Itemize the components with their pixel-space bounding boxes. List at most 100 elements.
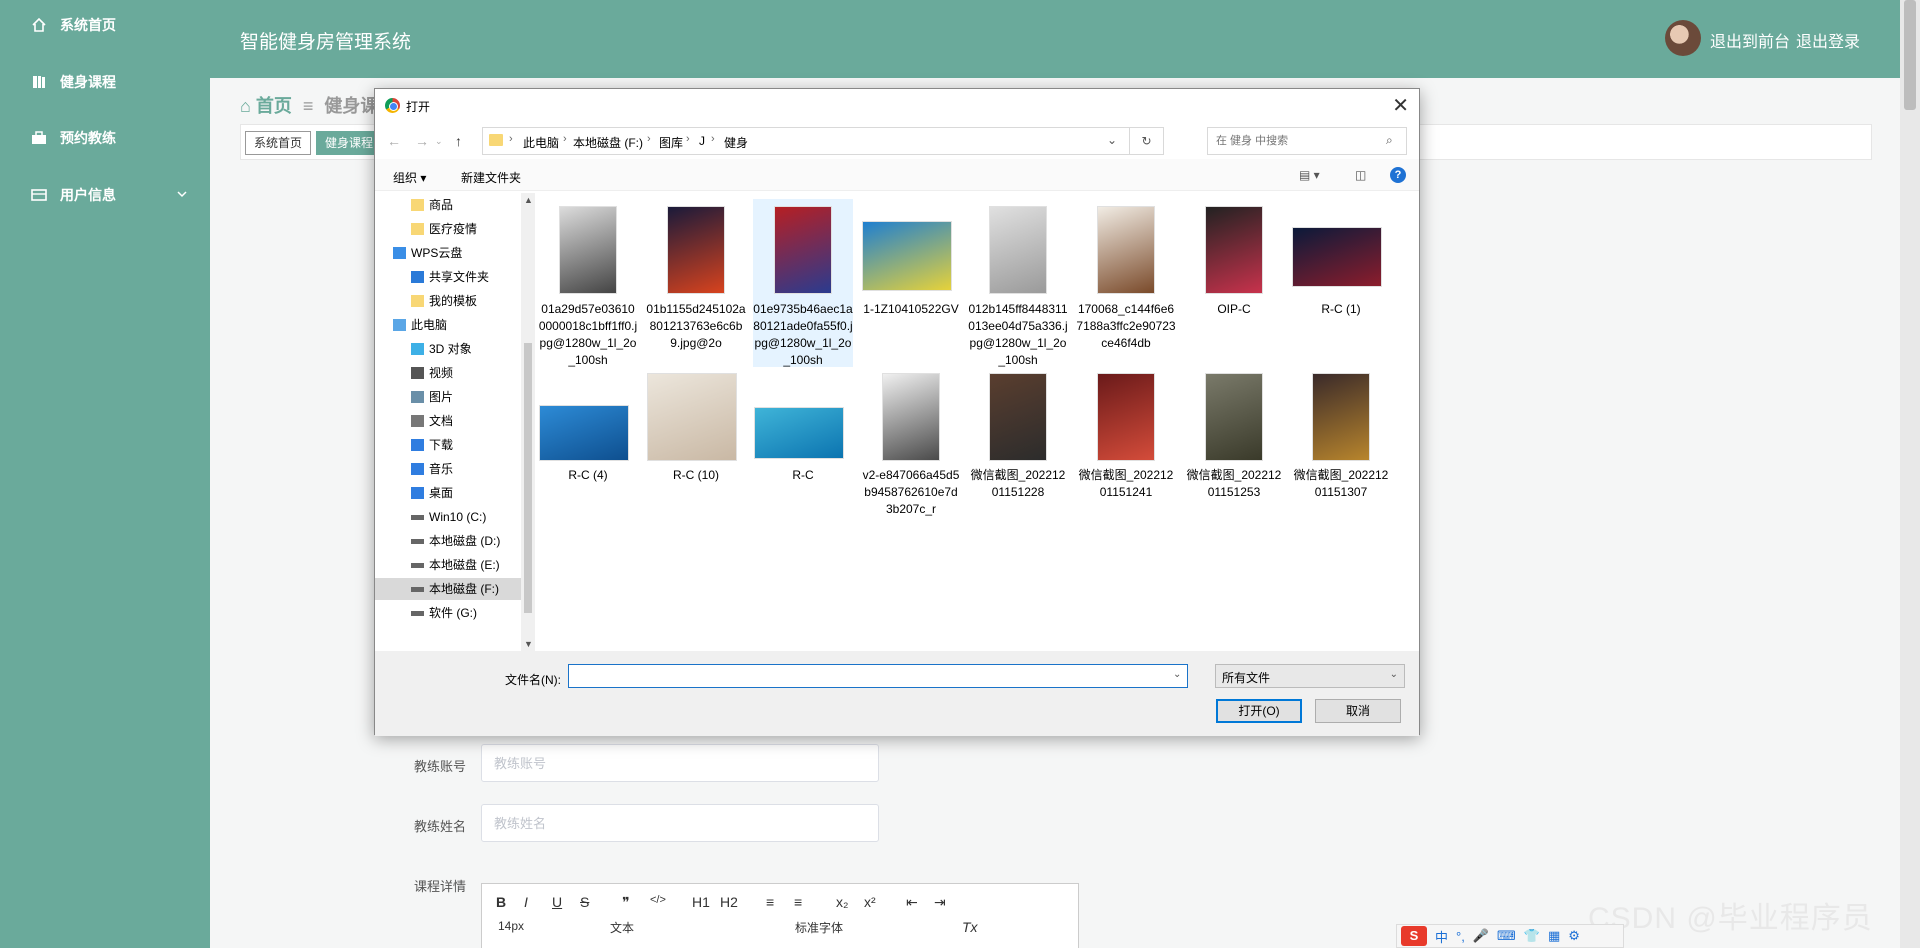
- page-scrollbar[interactable]: [1900, 0, 1920, 948]
- nav-item[interactable]: 本地磁盘 (F:): [375, 578, 521, 600]
- refresh-icon[interactable]: ↻: [1129, 128, 1163, 154]
- breadcrumb-home[interactable]: ⌂ 首页: [240, 96, 292, 116]
- bold-button[interactable]: B: [496, 894, 506, 910]
- nav-item[interactable]: 桌面: [375, 482, 521, 504]
- path-segment[interactable]: J: [699, 134, 705, 148]
- file-item[interactable]: 012b145ff8448311013ee04d75a336.jpg@1280w…: [968, 199, 1068, 367]
- h1-button[interactable]: H1: [692, 894, 710, 910]
- file-item[interactable]: OIP-C: [1184, 199, 1284, 367]
- punctuation-icon[interactable]: °,: [1456, 929, 1465, 944]
- cancel-button[interactable]: 取消: [1315, 699, 1401, 723]
- help-icon[interactable]: ?: [1390, 167, 1406, 183]
- settings-icon[interactable]: ⚙: [1568, 928, 1580, 944]
- bullet-list-button[interactable]: ≡: [794, 894, 802, 910]
- nav-item[interactable]: 本地磁盘 (E:): [375, 554, 521, 576]
- rich-text-editor[interactable]: B I U S ❞ </> H1 H2 ≡ ≡ x₂ x² ⇤ ⇥ 14px 文…: [481, 883, 1079, 948]
- ordered-list-button[interactable]: ≡: [766, 894, 774, 910]
- back-to-front-link[interactable]: 退出到前台: [1710, 28, 1790, 52]
- file-item[interactable]: 170068_c144f6e67188a3ffc2e90723ce46f4db: [1076, 199, 1176, 367]
- nav-item[interactable]: 共享文件夹: [375, 266, 521, 288]
- forward-arrow-icon[interactable]: →: [415, 133, 429, 149]
- file-item[interactable]: R-C (10): [646, 371, 746, 521]
- search-icon[interactable]: ⌕: [1386, 133, 1393, 148]
- file-item[interactable]: 微信截图_20221201151228: [968, 371, 1068, 521]
- h2-button[interactable]: H2: [720, 894, 738, 910]
- file-item[interactable]: 1-1Z10410522GV: [861, 199, 961, 367]
- skin-icon[interactable]: 👕: [1524, 928, 1540, 944]
- font-family-select[interactable]: 标准字体: [795, 919, 843, 936]
- nav-item[interactable]: 图片: [375, 386, 521, 408]
- nav-item[interactable]: 下载: [375, 434, 521, 456]
- file-item[interactable]: 微信截图_20221201151241: [1076, 371, 1176, 521]
- file-item[interactable]: 01b1155d245102a801213763e6c6b9.jpg@2o: [646, 199, 746, 367]
- open-button[interactable]: 打开(O): [1216, 699, 1302, 723]
- font-size-select[interactable]: 14px: [498, 919, 524, 933]
- nav-item[interactable]: 医疗疫情: [375, 218, 521, 240]
- logout-link[interactable]: 退出登录: [1796, 28, 1860, 52]
- path-segment[interactable]: 本地磁盘 (F:): [573, 134, 643, 151]
- subscript-button[interactable]: x₂: [836, 894, 848, 910]
- outdent-button[interactable]: ⇤: [906, 894, 918, 911]
- nav-item[interactable]: Win10 (C:): [375, 506, 521, 528]
- nav-item[interactable]: 文档: [375, 410, 521, 432]
- apps-icon[interactable]: ▦: [1548, 928, 1560, 944]
- filename-input[interactable]: [568, 664, 1188, 688]
- scroll-up-icon[interactable]: ▲: [524, 195, 533, 205]
- organize-menu[interactable]: 组织 ▾: [393, 169, 426, 186]
- file-item[interactable]: v2-e847066a45d5b9458762610e7d3b207c_r: [861, 371, 961, 521]
- nav-item[interactable]: 商品: [375, 194, 521, 216]
- coach-name-input[interactable]: [481, 804, 879, 842]
- ime-toolbar[interactable]: S 中 °, 🎤 ⌨ 👕 ▦ ⚙: [1396, 924, 1624, 948]
- chevron-down-icon[interactable]: ⌄: [1173, 669, 1181, 680]
- address-bar[interactable]: › 此电脑 › 本地磁盘 (F:) › 图库 › J › 健身 ⌄ ↻: [482, 127, 1164, 155]
- filetype-select[interactable]: 所有文件 ⌄: [1215, 664, 1405, 688]
- nav-item[interactable]: 我的模板: [375, 290, 521, 312]
- nav-item[interactable]: 音乐: [375, 458, 521, 480]
- scrollbar-thumb[interactable]: [1904, 0, 1916, 110]
- file-item[interactable]: 01a29d57e036100000018c1bff1ff0.jpg@1280w…: [538, 199, 638, 367]
- nav-item[interactable]: 本地磁盘 (D:): [375, 530, 521, 552]
- back-arrow-icon[interactable]: ←: [387, 133, 401, 149]
- sidebar-item-book-coach[interactable]: 预约教练: [0, 118, 210, 158]
- underline-button[interactable]: U: [552, 894, 562, 910]
- sidebar-item-home[interactable]: 系统首页: [0, 5, 210, 45]
- path-segment[interactable]: 此电脑: [523, 134, 559, 151]
- tab-courses[interactable]: 健身课程: [316, 131, 383, 155]
- quote-button[interactable]: ❞: [622, 894, 630, 911]
- file-item[interactable]: 微信截图_20221201151253: [1184, 371, 1284, 521]
- superscript-button[interactable]: x²: [864, 894, 876, 910]
- path-segment[interactable]: 图库: [659, 134, 683, 151]
- italic-button[interactable]: I: [524, 894, 528, 910]
- avatar[interactable]: [1665, 20, 1701, 56]
- microphone-icon[interactable]: 🎤: [1473, 928, 1489, 944]
- file-item[interactable]: R-C (1): [1291, 199, 1391, 367]
- keyboard-icon[interactable]: ⌨: [1497, 928, 1516, 944]
- strike-button[interactable]: S: [580, 894, 589, 910]
- tab-home[interactable]: 系统首页: [245, 131, 312, 155]
- preview-pane-icon[interactable]: ◫: [1355, 168, 1366, 182]
- scrollbar-thumb[interactable]: [524, 343, 532, 613]
- up-arrow-icon[interactable]: ↑: [455, 133, 462, 149]
- clear-format-button[interactable]: Tx: [962, 919, 978, 935]
- file-item[interactable]: 01e9735b46aec1a80121ade0fa55f0.jpg@1280w…: [753, 199, 853, 367]
- path-segment[interactable]: 健身: [724, 134, 748, 151]
- code-button[interactable]: </>: [650, 894, 666, 906]
- nav-item[interactable]: 此电脑: [375, 314, 521, 336]
- new-folder-button[interactable]: 新建文件夹: [461, 169, 521, 186]
- nav-item[interactable]: 软件 (G:): [375, 602, 521, 624]
- search-input[interactable]: [1207, 127, 1407, 155]
- ime-mode[interactable]: 中: [1435, 927, 1448, 946]
- file-item[interactable]: 微信截图_20221201151307: [1291, 371, 1391, 521]
- nav-item[interactable]: WPS云盘: [375, 242, 521, 264]
- nav-scrollbar[interactable]: ▲ ▼: [521, 193, 535, 651]
- close-icon[interactable]: ✕: [1392, 93, 1409, 118]
- coach-account-input[interactable]: [481, 744, 879, 782]
- file-item[interactable]: R-C (4): [538, 371, 638, 521]
- sidebar-item-user-info[interactable]: 用户信息: [0, 175, 210, 215]
- view-options-icon[interactable]: ▤ ▾: [1299, 168, 1320, 182]
- file-item[interactable]: R-C: [753, 371, 853, 521]
- scroll-down-icon[interactable]: ▼: [524, 639, 533, 649]
- recent-dropdown-icon[interactable]: ⌄: [435, 136, 443, 147]
- nav-item[interactable]: 视频: [375, 362, 521, 384]
- chevron-down-icon[interactable]: ⌄: [1107, 133, 1117, 147]
